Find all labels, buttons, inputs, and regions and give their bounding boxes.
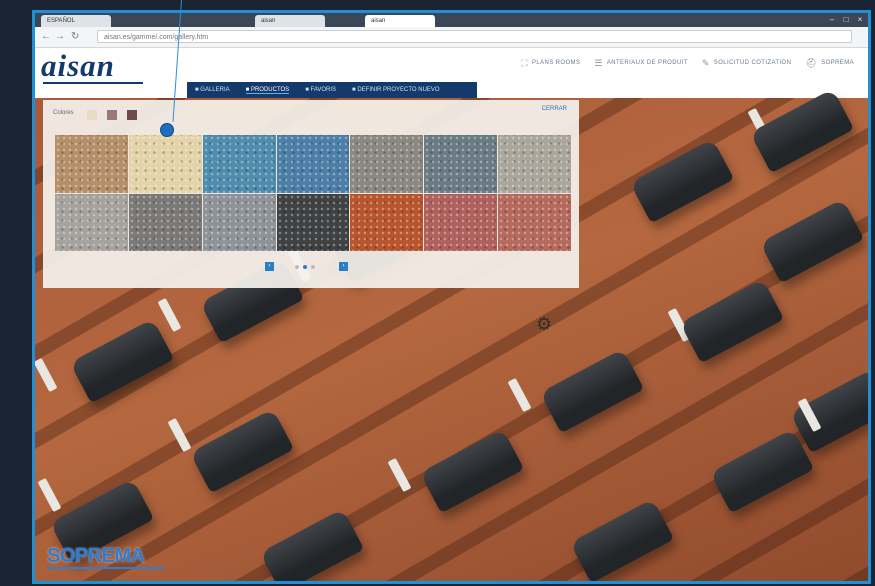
site-logo[interactable]: aisan	[41, 50, 115, 81]
browser-tab-active[interactable]: aisan	[365, 15, 435, 27]
color-tile-7[interactable]	[498, 135, 571, 193]
seat	[709, 428, 815, 514]
top-link-quote[interactable]: ✎ SOLICITUD COTIZATION	[702, 56, 792, 70]
nav-label: GALLERIA	[200, 87, 230, 93]
swatch-pager: ‹ ›	[265, 262, 365, 274]
color-tile-13[interactable]	[424, 193, 498, 251]
helmet-icon: ⛑	[805, 57, 818, 68]
close-icon[interactable]: ×	[854, 14, 866, 25]
site-header: aisan ⛶ PLANS ROOMS ☰ ANTERIAUX DE PRODUIT…	[35, 48, 868, 84]
seat	[629, 138, 735, 224]
prev-page-button[interactable]: ‹	[265, 262, 274, 271]
top-link-label: ANTERIAUX DE PRODUIT	[606, 60, 688, 66]
seat	[759, 198, 865, 284]
top-link-label: SOLICITUD COTIZATION	[713, 60, 792, 66]
browser-tab-1[interactable]: ESPAÑOL	[41, 15, 111, 27]
color-tile-1[interactable]	[55, 135, 128, 193]
nav-label: DEFINIR PROYECTO NUEVO	[357, 87, 440, 93]
top-link-plans[interactable]: ⛶ PLANS ROOMS	[521, 56, 580, 70]
seat-armrest	[387, 457, 412, 493]
back-icon[interactable]: ←	[41, 31, 51, 43]
page-dot-active[interactable]	[303, 265, 307, 269]
color-picker-panel: Colores CERRAR ‹ ›	[43, 100, 579, 288]
top-link-materials[interactable]: ☰ ANTERIAUX DE PRODUIT	[594, 56, 687, 70]
logo-underline	[43, 82, 143, 84]
color-tile-6[interactable]	[424, 135, 498, 193]
color-tile-8[interactable]	[55, 193, 128, 251]
seat-armrest	[35, 357, 58, 393]
tab-strip: ESPAÑOL aisan aisan – □ ×	[35, 13, 868, 27]
top-links: ⛶ PLANS ROOMS ☰ ANTERIAUX DE PRODUIT ✎ SOLI…	[521, 56, 854, 70]
color-tile-10[interactable]	[202, 193, 276, 251]
soprema-logo-underline	[47, 567, 165, 569]
list-icon: ☰	[594, 57, 603, 68]
nav-new-project[interactable]: ■ DEFINIR PROYECTO NUEVO	[352, 87, 440, 93]
tab-label: aisan	[371, 18, 386, 24]
color-tile-14[interactable]	[498, 193, 571, 251]
top-link-soprema[interactable]: ⛑ SOPREMA	[805, 56, 854, 70]
nav-label: FAVORIS	[310, 87, 337, 93]
page-dot[interactable]	[311, 265, 315, 269]
nav-label: PRODUCTOS	[250, 86, 290, 93]
color-filter-swatch-3[interactable]	[127, 110, 137, 120]
url-input[interactable]: aisan.es/gamme/.com/gallery.htm	[97, 30, 852, 43]
page-dot[interactable]	[295, 265, 299, 269]
panel-close-link[interactable]: CERRAR	[542, 106, 567, 112]
main-nav: ■ GALLERIA ■ PRODUCTOS ■ FAVORIS ■ DEFIN…	[187, 82, 477, 98]
callout-pointer-dot	[160, 123, 174, 137]
top-link-label: PLANS ROOMS	[531, 60, 581, 66]
seat	[69, 318, 175, 404]
seat-armrest	[507, 377, 532, 413]
color-filter-swatch-2[interactable]	[107, 110, 117, 120]
nav-products[interactable]: ■ PRODUCTOS	[245, 86, 290, 94]
color-tile-3[interactable]	[202, 135, 276, 193]
seat	[259, 508, 365, 581]
seat	[569, 498, 675, 581]
next-page-button[interactable]: ›	[339, 262, 348, 271]
settings-gear-icon[interactable]: ⚙	[536, 315, 552, 333]
seat	[189, 408, 295, 494]
seat	[539, 348, 645, 434]
soprema-logo: SOPREMA	[47, 545, 145, 567]
seat	[679, 278, 785, 364]
color-tile-11[interactable]	[276, 193, 350, 251]
expand-icon: ⛶	[521, 57, 528, 68]
address-bar: ← → ↻ aisan.es/gamme/.com/gallery.htm	[35, 27, 868, 48]
minimize-icon[interactable]: –	[826, 14, 838, 25]
pen-icon: ✎	[701, 57, 710, 68]
tab-label: aisan	[261, 18, 276, 24]
browser-tab-2[interactable]: aisan	[255, 15, 325, 27]
color-tile-12[interactable]	[350, 193, 424, 251]
nav-gallery[interactable]: ■ GALLERIA	[195, 87, 230, 93]
color-tile-9[interactable]	[128, 193, 202, 251]
nav-favorites[interactable]: ■ FAVORIS	[305, 87, 336, 93]
maximize-icon[interactable]: □	[840, 14, 852, 25]
seat-armrest	[37, 477, 62, 513]
browser-window: ESPAÑOL aisan aisan – □ × ← → ↻ aisan.es…	[32, 10, 871, 584]
color-filter-swatch-1[interactable]	[87, 110, 97, 120]
color-tile-2[interactable]	[128, 135, 202, 193]
top-link-label: SOPREMA	[821, 60, 854, 66]
colors-label: Colores	[53, 110, 74, 116]
reload-icon[interactable]: ↻	[71, 31, 79, 43]
color-tile-4[interactable]	[276, 135, 350, 193]
color-tile-5[interactable]	[350, 135, 424, 193]
forward-icon[interactable]: →	[55, 31, 65, 43]
seat	[419, 428, 525, 514]
tab-label: ESPAÑOL	[47, 18, 75, 24]
seat	[749, 88, 855, 174]
seat-armrest	[157, 297, 182, 333]
seat-armrest	[167, 417, 192, 453]
color-swatch-grid	[55, 135, 571, 251]
